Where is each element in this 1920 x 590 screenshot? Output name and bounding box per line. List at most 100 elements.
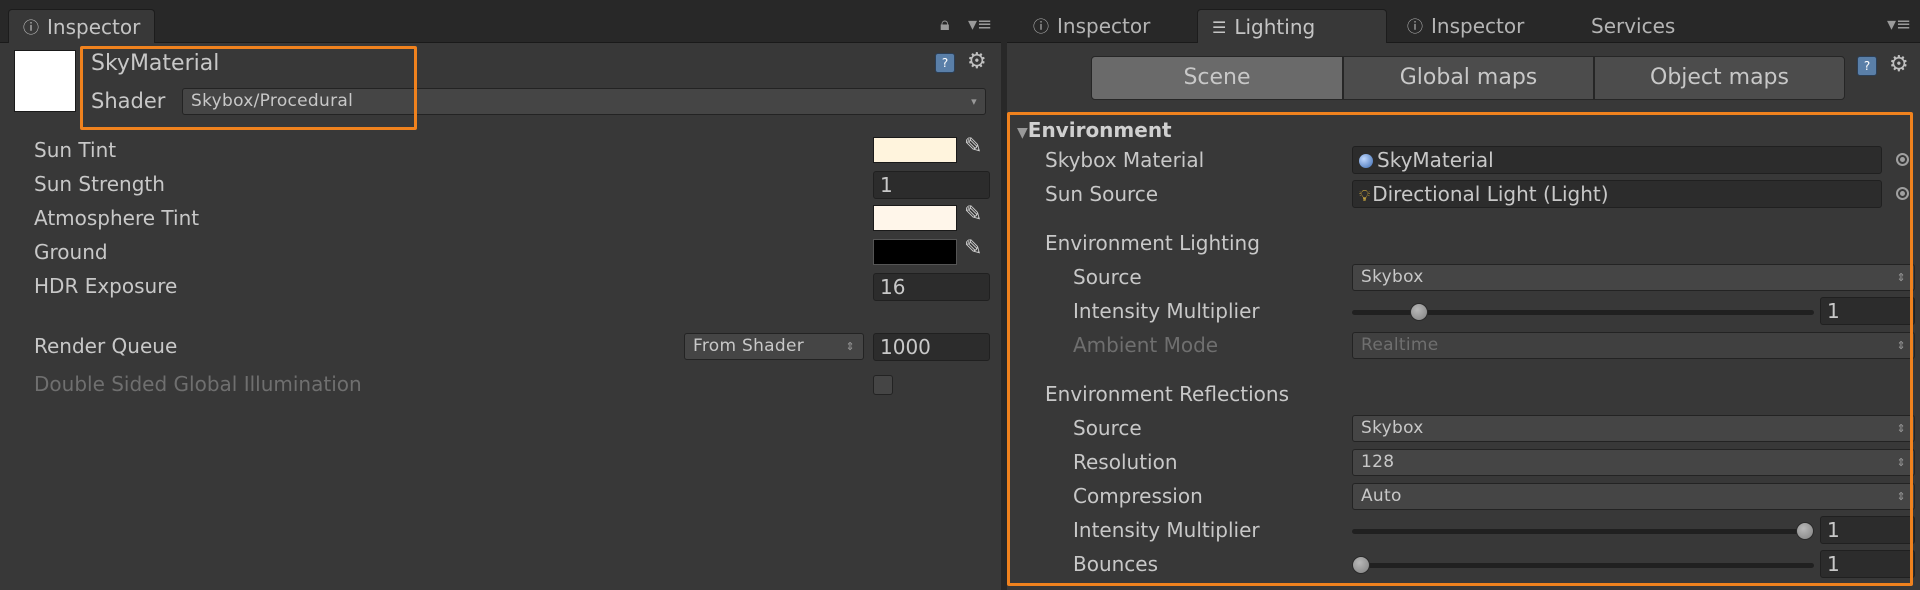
ground-label: Ground bbox=[34, 240, 108, 264]
tab-label: Lighting bbox=[1234, 15, 1316, 39]
sun-strength-field[interactable]: 1 bbox=[873, 171, 990, 199]
compression-dropdown[interactable]: Auto ⇕ bbox=[1352, 483, 1915, 510]
segment-label: Object maps bbox=[1650, 65, 1789, 90]
double-sided-gi-label: Double Sided Global Illumination bbox=[34, 372, 362, 396]
render-queue-label: Render Queue bbox=[34, 334, 178, 358]
shader-dropdown[interactable]: Skybox/Procedural ▾ bbox=[182, 88, 986, 115]
compression-label: Compression bbox=[1073, 484, 1203, 508]
render-queue-field[interactable]: 1000 bbox=[873, 333, 990, 361]
double-sided-gi-checkbox[interactable] bbox=[873, 375, 893, 395]
menu-icon[interactable]: ▾≡ bbox=[1887, 14, 1911, 35]
light-bulb-icon: 💡︎ bbox=[1359, 186, 1371, 205]
atmosphere-tint-swatch[interactable] bbox=[873, 205, 957, 231]
env-lighting-source-label: Source bbox=[1073, 265, 1142, 289]
tab-inspector-left[interactable]: ⓘ Inspector bbox=[8, 9, 156, 43]
resolution-dropdown[interactable]: 128 ⇕ bbox=[1352, 449, 1915, 476]
env-lighting-source-dropdown[interactable]: Skybox ⇕ bbox=[1352, 264, 1915, 291]
ground-swatch[interactable] bbox=[873, 239, 957, 265]
sun-source-field[interactable]: 💡︎ Directional Light (Light) bbox=[1352, 180, 1882, 208]
info-icon: ⓘ bbox=[23, 18, 40, 37]
info-icon: ⓘ bbox=[1033, 17, 1050, 36]
eyedropper-icon[interactable]: ✎ bbox=[964, 202, 982, 227]
env-reflections-intensity-field[interactable]: 1 bbox=[1820, 516, 1915, 544]
atmosphere-tint-label: Atmosphere Tint bbox=[34, 206, 200, 230]
material-name: SkyMaterial bbox=[91, 51, 220, 76]
dropdown-value: Skybox bbox=[1361, 418, 1424, 438]
lock-icon[interactable]: 🔒︎ bbox=[940, 14, 950, 35]
slider-thumb[interactable] bbox=[1796, 522, 1814, 540]
sun-source-label: Sun Source bbox=[1045, 182, 1159, 206]
shader-label: Shader bbox=[91, 89, 166, 113]
sun-tint-swatch[interactable] bbox=[873, 137, 957, 163]
material-preview bbox=[14, 50, 76, 112]
help-icon[interactable]: ? bbox=[1857, 56, 1877, 76]
slider-thumb[interactable] bbox=[1409, 303, 1428, 321]
env-lighting-intensity-field[interactable]: 1 bbox=[1820, 297, 1915, 325]
dropdown-arrow-icon: ⇕ bbox=[1896, 490, 1906, 503]
segment-label: Global maps bbox=[1399, 65, 1538, 90]
eyedropper-icon[interactable]: ✎ bbox=[964, 134, 982, 159]
skybox-material-label: Skybox Material bbox=[1045, 148, 1205, 172]
bounces-label: Bounces bbox=[1073, 552, 1159, 576]
tab-label: Services bbox=[1591, 14, 1676, 38]
environment-reflections-title: Environment Reflections bbox=[1045, 382, 1289, 406]
help-icon[interactable]: ? bbox=[935, 53, 955, 73]
dropdown-value: Skybox bbox=[1361, 267, 1424, 287]
segment-object-maps[interactable]: Object maps bbox=[1594, 56, 1845, 100]
target-icon[interactable] bbox=[1896, 187, 1909, 200]
segment-label: Scene bbox=[1183, 65, 1251, 90]
material-sphere-icon bbox=[1359, 154, 1373, 168]
left-tabbar: ⓘ Inspector 🔒︎ ▾≡ bbox=[0, 0, 1001, 43]
dropdown-value: Auto bbox=[1361, 486, 1402, 506]
dropdown-arrow-icon: ⇕ bbox=[1896, 456, 1906, 469]
hdr-exposure-field[interactable]: 16 bbox=[873, 273, 990, 301]
tab-label: Inspector bbox=[47, 15, 141, 39]
dropdown-value: 128 bbox=[1361, 452, 1395, 472]
env-reflections-intensity-label: Intensity Multiplier bbox=[1073, 518, 1260, 542]
skybox-material-value: SkyMaterial bbox=[1377, 148, 1494, 172]
skybox-material-field[interactable]: SkyMaterial bbox=[1352, 146, 1882, 174]
environment-lighting-title: Environment Lighting bbox=[1045, 231, 1260, 255]
sun-strength-label: Sun Strength bbox=[34, 172, 165, 196]
menu-icon[interactable]: ▾≡ bbox=[968, 14, 992, 35]
resolution-label: Resolution bbox=[1073, 450, 1178, 474]
segment-scene[interactable]: Scene bbox=[1091, 56, 1343, 100]
ambient-mode-dropdown: Realtime ⇕ bbox=[1352, 332, 1915, 359]
tab-label: Inspector bbox=[1057, 14, 1151, 38]
tab-inspector-2[interactable]: ⓘ Inspector bbox=[1393, 9, 1538, 43]
left-inspector-panel: ⓘ Inspector 🔒︎ ▾≡ SkyMaterial Shader Skyb… bbox=[0, 0, 1001, 590]
bounces-slider[interactable] bbox=[1352, 563, 1814, 568]
dropdown-arrow-icon: ⇕ bbox=[1896, 271, 1906, 284]
render-queue-mode: From Shader bbox=[693, 336, 805, 356]
slider-thumb[interactable] bbox=[1352, 556, 1370, 574]
right-lighting-panel: ⓘ Inspector ☰ Lighting ⓘ Inspector Services… bbox=[1007, 0, 1920, 590]
eyedropper-icon[interactable]: ✎ bbox=[964, 236, 982, 261]
right-tabbar: ⓘ Inspector ☰ Lighting ⓘ Inspector Services… bbox=[1007, 0, 1920, 43]
segment-global-maps[interactable]: Global maps bbox=[1343, 56, 1594, 100]
gear-icon[interactable]: ⚙ bbox=[967, 49, 987, 74]
env-reflections-source-label: Source bbox=[1073, 416, 1142, 440]
lighting-icon: ☰ bbox=[1212, 18, 1227, 37]
hdr-exposure-label: HDR Exposure bbox=[34, 274, 178, 298]
section-title: Environment bbox=[1027, 118, 1172, 142]
tab-services[interactable]: Services bbox=[1577, 9, 1689, 43]
tab-lighting[interactable]: ☰ Lighting bbox=[1197, 9, 1387, 43]
shader-value: Skybox/Procedural bbox=[191, 91, 354, 111]
environment-foldout[interactable]: ▼Environment bbox=[1017, 118, 1172, 145]
info-icon: ⓘ bbox=[1407, 17, 1424, 36]
sun-tint-label: Sun Tint bbox=[34, 138, 117, 162]
dropdown-arrow-icon: ▾ bbox=[971, 95, 977, 108]
sun-source-value: Directional Light (Light) bbox=[1372, 182, 1609, 206]
target-icon[interactable] bbox=[1896, 153, 1909, 166]
env-lighting-intensity-label: Intensity Multiplier bbox=[1073, 299, 1260, 323]
gear-icon[interactable]: ⚙ bbox=[1889, 52, 1909, 77]
env-reflections-source-dropdown[interactable]: Skybox ⇕ bbox=[1352, 415, 1915, 442]
env-reflections-intensity-slider[interactable] bbox=[1352, 529, 1814, 534]
dropdown-arrow-icon: ⇕ bbox=[1896, 339, 1906, 352]
tab-label: Inspector bbox=[1431, 14, 1525, 38]
dropdown-value: Realtime bbox=[1361, 335, 1439, 355]
dropdown-arrow-icon: ⇕ bbox=[845, 340, 855, 353]
render-queue-dropdown[interactable]: From Shader ⇕ bbox=[684, 333, 864, 360]
tab-inspector[interactable]: ⓘ Inspector bbox=[1019, 9, 1164, 43]
bounces-field[interactable]: 1 bbox=[1820, 550, 1915, 578]
